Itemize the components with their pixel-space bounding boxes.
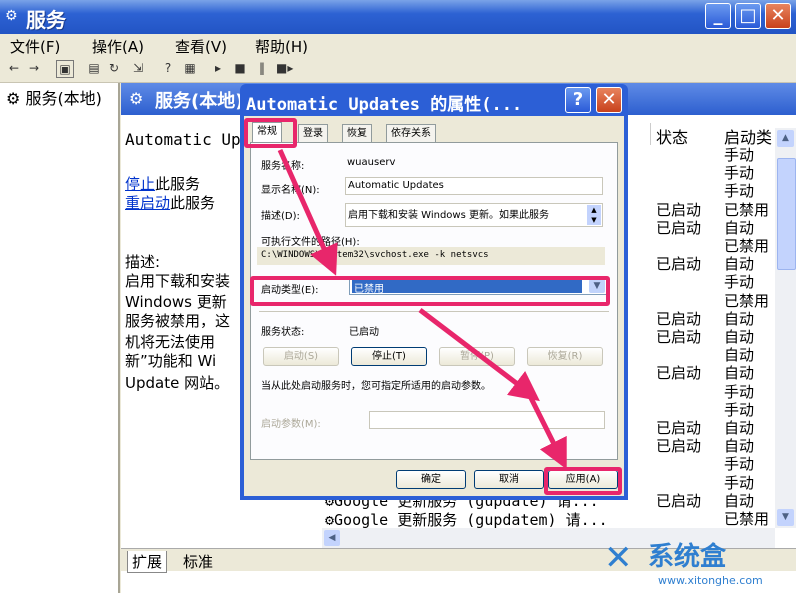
logo-mark: ✕ [604,538,633,578]
arrow-tab-to-startup [277,148,338,276]
site-watermark: ✕ 系统盒 www.xitonghe.com [598,530,796,593]
watermark-text: 系统盒 [648,542,727,572]
annotation-arrows [277,148,567,470]
arrow-to-apply [525,390,567,470]
watermark-url: www.xitonghe.com [658,574,763,587]
arrow-startup-to-apply [418,308,540,402]
